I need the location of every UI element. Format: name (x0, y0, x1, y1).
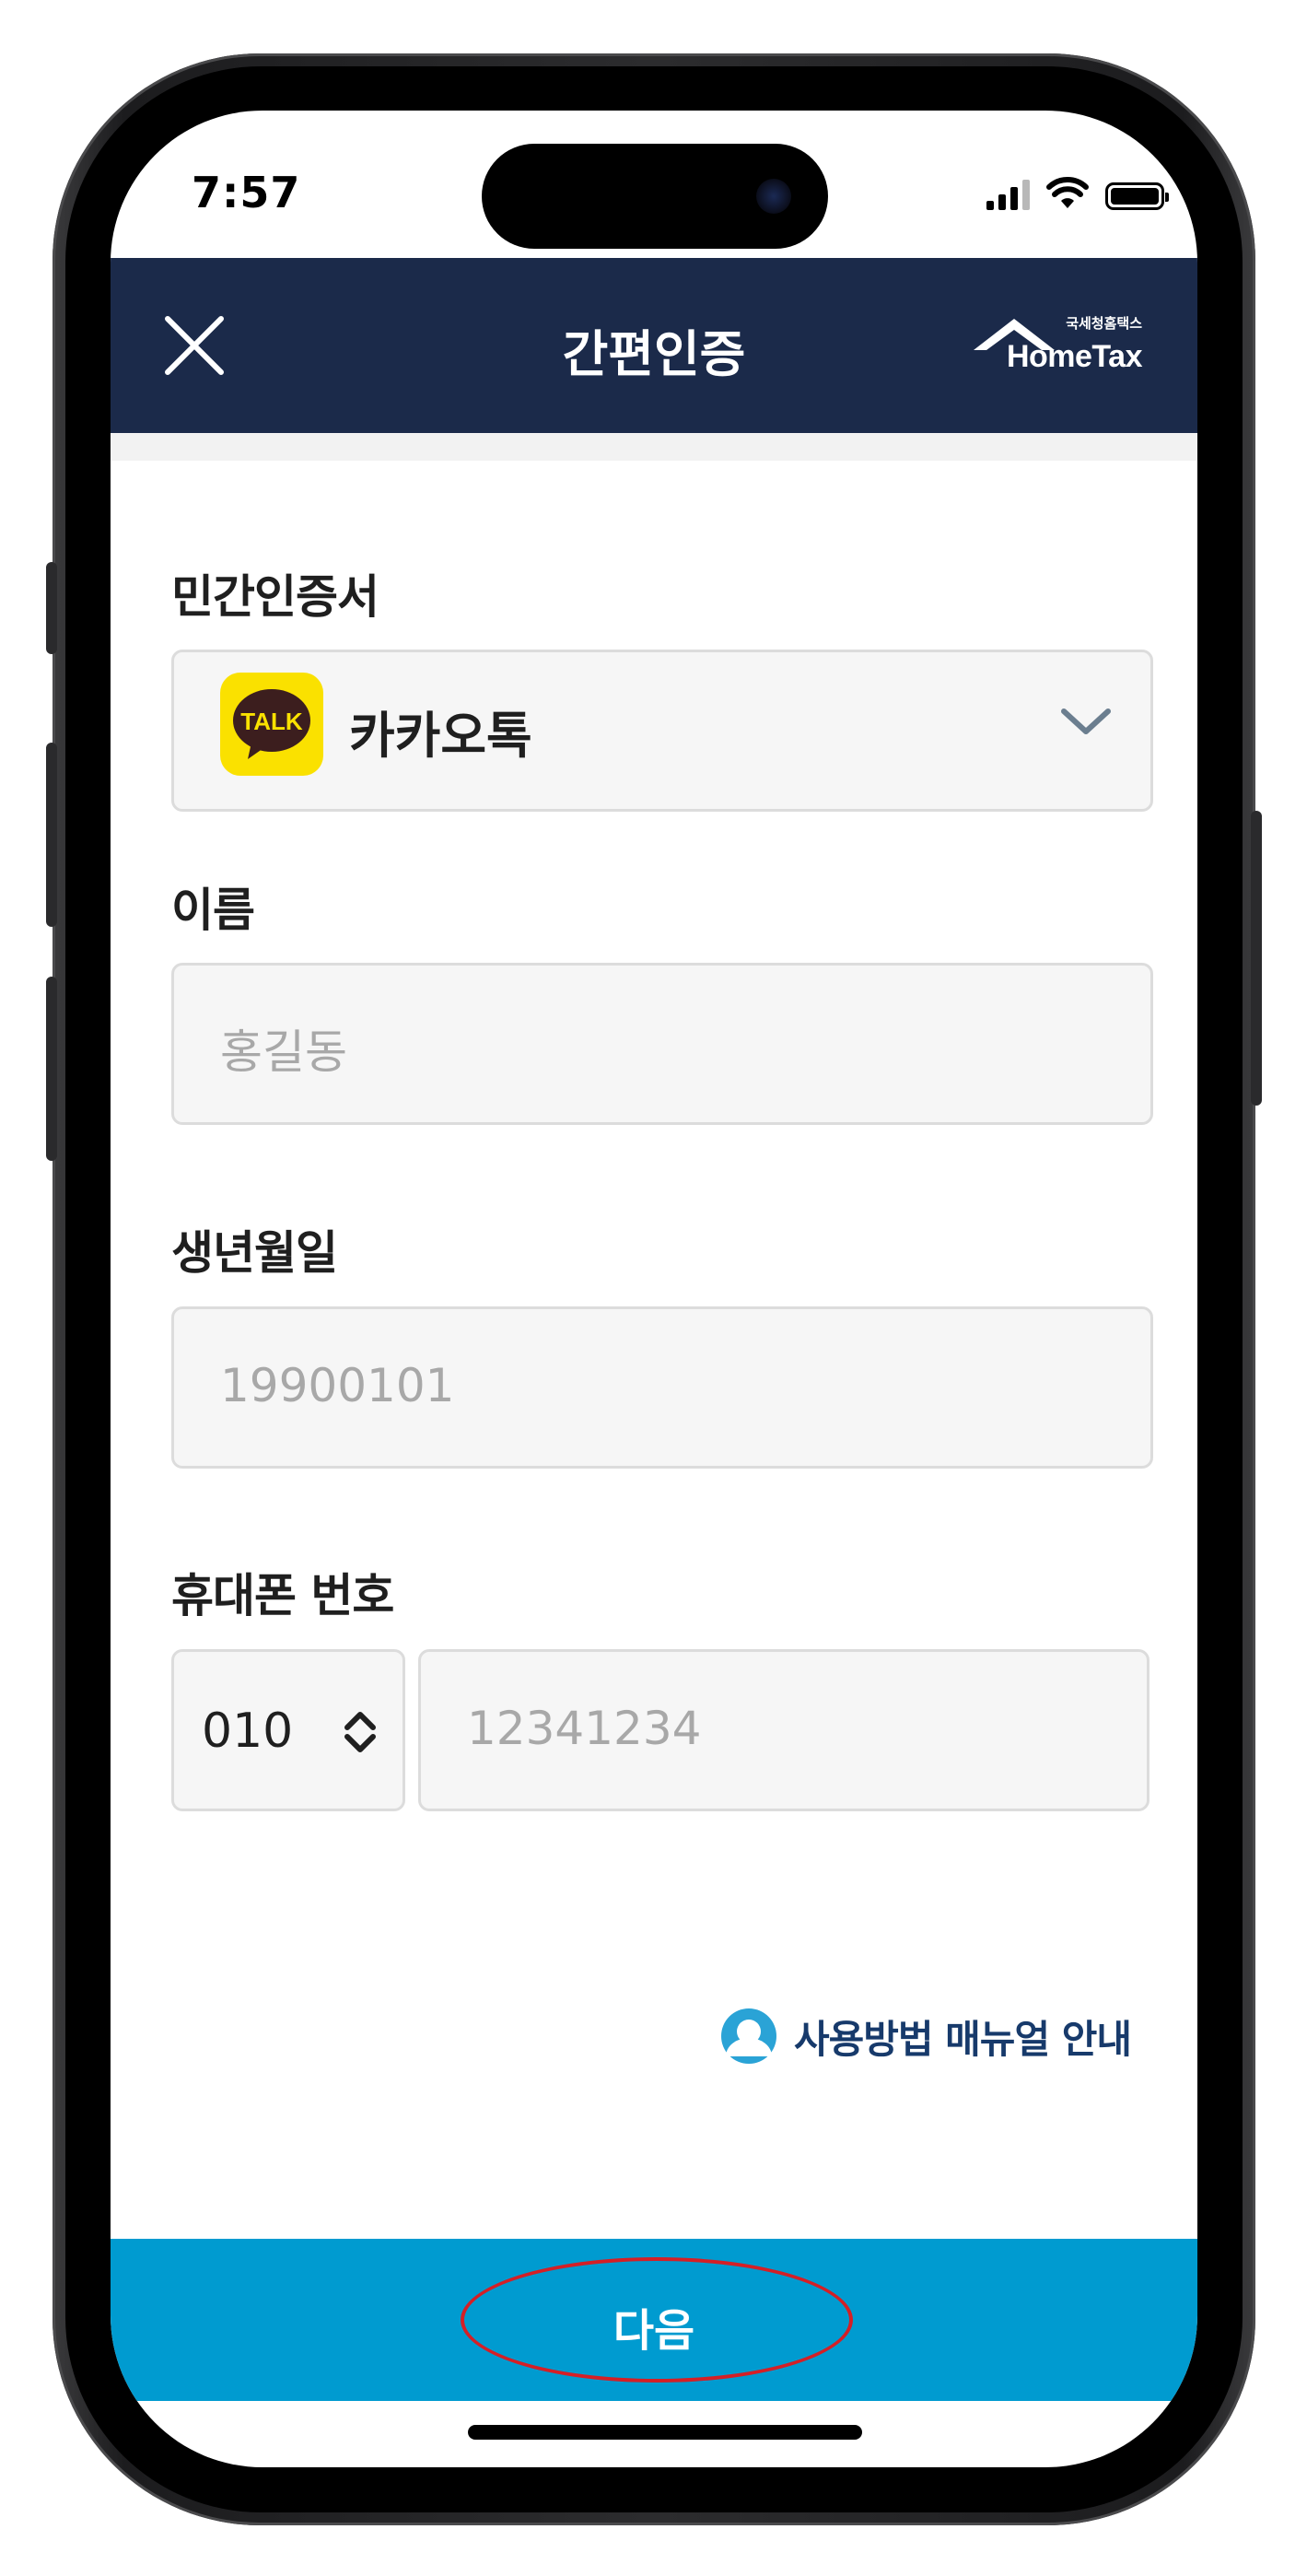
app-header: 간편인증 국세청홈택스 HomeTax (111, 258, 1197, 433)
name-input[interactable]: 홍길동 (171, 963, 1153, 1125)
phone-label: 휴대폰 번호 (171, 1569, 394, 1622)
chevron-down-icon (1061, 708, 1111, 734)
kakaotalk-logo-icon: TALK (220, 673, 323, 776)
birthdate-placeholder: 19900101 (220, 1359, 455, 1412)
next-button[interactable]: 다음 (111, 2239, 1197, 2401)
cellular-signal-icon (986, 179, 1030, 210)
hometax-logo: 국세청홈택스 HomeTax (972, 313, 1143, 378)
provider-selected-value: 카카오톡 (349, 707, 532, 765)
volume-down-button (46, 977, 57, 1161)
status-time: 7:57 (192, 168, 301, 217)
next-button-label: 다음 (613, 2305, 695, 2357)
action-button (46, 562, 57, 654)
power-button (1251, 811, 1262, 1106)
manual-guide-text: 사용방법 매뉴얼 안내 (793, 2016, 1132, 2062)
logo-small-text: 국세청홈택스 (1066, 315, 1142, 332)
birthdate-label: 생년월일 (171, 1226, 338, 1280)
name-placeholder: 홍길동 (220, 1025, 347, 1079)
phone-prefix-value: 010 (202, 1704, 294, 1759)
screen: 7:57 간편인증 국세청홈택스 HomeTax 민간인증서 TALK 카카오톡… (111, 111, 1197, 2467)
home-indicator[interactable] (468, 2425, 862, 2440)
provider-label: 민간인증서 (171, 570, 379, 624)
provider-select[interactable]: TALK 카카오톡 (171, 650, 1153, 812)
phone-prefix-select[interactable]: 010 (171, 1649, 405, 1811)
header-divider (111, 433, 1197, 461)
phone-number-placeholder: 12341234 (467, 1702, 702, 1755)
manual-guide-link[interactable]: 사용방법 매뉴얼 안내 (717, 2004, 1132, 2068)
logo-main-text: HomeTax (1006, 339, 1143, 374)
name-label: 이름 (171, 884, 255, 937)
battery-icon (1105, 182, 1169, 210)
front-camera-icon (756, 179, 791, 214)
dynamic-island (482, 144, 828, 249)
up-down-arrows-icon (344, 1712, 376, 1752)
birthdate-input[interactable]: 19900101 (171, 1306, 1153, 1469)
status-icons (986, 173, 1169, 210)
kakao-icon-text: TALK (240, 708, 303, 735)
volume-up-button (46, 743, 57, 927)
phone-number-input[interactable]: 12341234 (418, 1649, 1149, 1811)
user-guide-icon (720, 2008, 776, 2064)
wifi-icon (1046, 177, 1089, 208)
